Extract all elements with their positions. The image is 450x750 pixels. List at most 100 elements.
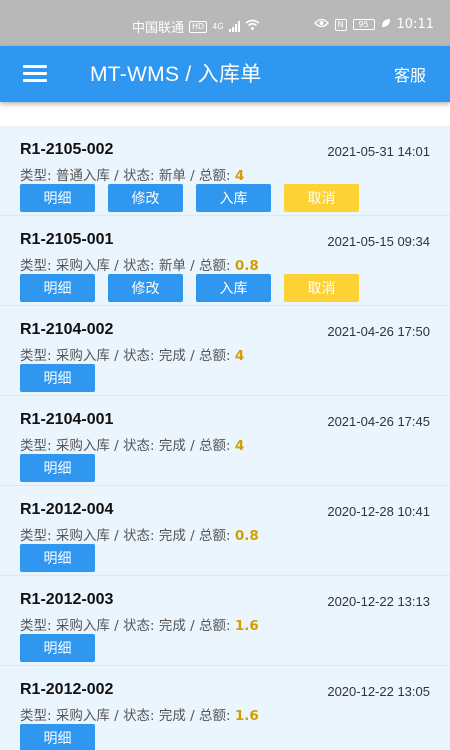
- type-label: 类型:: [20, 348, 56, 364]
- hd-badge: HD: [189, 20, 208, 33]
- amount-label: / 总额:: [185, 528, 235, 544]
- order-card[interactable]: R1-2012-002 2020-12-22 13:05 类型: 采购入库 / 状态…: [0, 666, 450, 750]
- status-label: / 状态:: [109, 438, 159, 454]
- action-row: 明细: [20, 724, 95, 750]
- order-status: 完成: [158, 528, 186, 544]
- order-number: R1-2012-004: [20, 501, 114, 518]
- order-date: 2021-05-31 14:01: [327, 144, 430, 159]
- wifi-icon: [245, 19, 260, 34]
- status-label: / 状态:: [109, 348, 159, 364]
- amount-label: / 总额:: [185, 618, 235, 634]
- amount-label: / 总额:: [185, 708, 235, 724]
- order-list[interactable]: R1-2105-002 2021-05-31 14:01 类型: 普通入库 / 状态…: [0, 126, 450, 750]
- order-info: 类型: 采购入库 / 状态: 完成 / 总额: 4: [20, 434, 244, 454]
- order-date: 2020-12-22 13:05: [327, 684, 430, 699]
- order-amount: 0.8: [234, 528, 259, 544]
- eye-icon: [313, 17, 329, 32]
- action-row: 明细: [20, 454, 95, 482]
- action-row: 明细: [20, 634, 95, 662]
- carrier-label: 中国联通: [132, 21, 185, 36]
- order-number: R1-2104-002: [20, 321, 114, 338]
- order-card[interactable]: R1-2104-002 2021-04-26 17:50 类型: 采购入库 / 状态…: [0, 306, 450, 396]
- order-status: 完成: [158, 708, 186, 724]
- order-type: 采购入库: [55, 348, 110, 364]
- type-label: 类型:: [20, 168, 56, 184]
- amount-label: / 总额:: [185, 168, 235, 184]
- order-date: 2020-12-22 13:13: [327, 594, 430, 609]
- order-card[interactable]: R1-2104-001 2021-04-26 17:45 类型: 采购入库 / 状态…: [0, 396, 450, 486]
- order-type: 采购入库: [55, 258, 110, 274]
- detail-button[interactable]: 明细: [20, 544, 95, 572]
- order-amount: 0.8: [234, 258, 259, 274]
- order-info: 类型: 采购入库 / 状态: 完成 / 总额: 1.6: [20, 614, 259, 634]
- order-info: 类型: 普通入库 / 状态: 新单 / 总额: 4: [20, 164, 244, 184]
- detail-button[interactable]: 明细: [20, 364, 95, 392]
- amount-label: / 总额:: [185, 348, 235, 364]
- order-number: R1-2012-002: [20, 681, 114, 698]
- cancel-button[interactable]: 取消: [284, 274, 359, 302]
- cancel-button[interactable]: 取消: [284, 184, 359, 212]
- edit-button[interactable]: 修改: [108, 184, 183, 212]
- stock-in-button[interactable]: 入库: [196, 184, 271, 212]
- order-info: 类型: 采购入库 / 状态: 新单 / 总额: 0.8: [20, 254, 259, 274]
- order-type: 采购入库: [55, 708, 110, 724]
- app-bar: MT-WMS / 入库单 客服: [0, 46, 450, 102]
- order-number: R1-2105-001: [20, 231, 114, 248]
- stock-in-button[interactable]: 入库: [196, 274, 271, 302]
- detail-button[interactable]: 明细: [20, 634, 95, 662]
- order-number: R1-2012-003: [20, 591, 114, 608]
- order-amount: 4: [234, 348, 245, 364]
- edit-button[interactable]: 修改: [108, 274, 183, 302]
- detail-button[interactable]: 明细: [20, 454, 95, 482]
- type-label: 类型:: [20, 618, 56, 634]
- order-amount: 1.6: [234, 708, 259, 724]
- hamburger-menu-icon[interactable]: [23, 65, 47, 83]
- order-info: 类型: 采购入库 / 状态: 完成 / 总额: 1.6: [20, 704, 259, 724]
- status-left: 中国联通 HD 4G: [132, 17, 260, 36]
- signal-icon: [228, 21, 240, 32]
- action-row: 明细 修改 入库 取消: [20, 184, 359, 212]
- order-info: 类型: 采购入库 / 状态: 完成 / 总额: 0.8: [20, 524, 259, 544]
- order-type: 采购入库: [55, 528, 110, 544]
- order-amount: 4: [234, 168, 245, 184]
- order-card[interactable]: R1-2012-004 2020-12-28 10:41 类型: 采购入库 / 状态…: [0, 486, 450, 576]
- order-status: 完成: [158, 618, 186, 634]
- order-amount: 1.6: [234, 618, 259, 634]
- order-type: 普通入库: [55, 168, 110, 184]
- detail-button[interactable]: 明细: [20, 274, 95, 302]
- type-label: 类型:: [20, 528, 56, 544]
- status-label: / 状态:: [109, 258, 159, 274]
- customer-service-button[interactable]: 客服: [394, 62, 426, 86]
- nfc-icon: N: [334, 18, 347, 31]
- order-card[interactable]: R1-2105-001 2021-05-15 09:34 类型: 采购入库 / 状态…: [0, 216, 450, 306]
- order-status: 新单: [158, 168, 186, 184]
- amount-label: / 总额:: [185, 438, 235, 454]
- order-date: 2021-05-15 09:34: [327, 234, 430, 249]
- battery-icon: 95: [352, 19, 375, 30]
- detail-button[interactable]: 明细: [20, 724, 95, 750]
- order-card[interactable]: R1-2105-002 2021-05-31 14:01 类型: 普通入库 / 状态…: [0, 126, 450, 216]
- order-number: R1-2104-001: [20, 411, 114, 428]
- order-status: 完成: [158, 348, 186, 364]
- status-label: / 状态:: [109, 168, 159, 184]
- clock-label: 10:11: [396, 17, 434, 32]
- order-card[interactable]: R1-2012-003 2020-12-22 13:13 类型: 采购入库 / 状态…: [0, 576, 450, 666]
- type-label: 类型:: [20, 438, 56, 454]
- order-amount: 4: [234, 438, 245, 454]
- detail-button[interactable]: 明细: [20, 184, 95, 212]
- action-row: 明细 修改 入库 取消: [20, 274, 359, 302]
- status-label: / 状态:: [109, 618, 159, 634]
- status-right: N 95 10:11: [313, 17, 434, 32]
- order-status: 完成: [158, 438, 186, 454]
- order-date: 2021-04-26 17:50: [327, 324, 430, 339]
- leaf-icon: [381, 17, 391, 32]
- order-type: 采购入库: [55, 618, 110, 634]
- action-row: 明细: [20, 544, 95, 572]
- status-bar: 中国联通 HD 4G N 95 10:11: [0, 0, 450, 46]
- order-status: 新单: [158, 258, 186, 274]
- page-title: MT-WMS / 入库单: [90, 63, 262, 86]
- status-label: / 状态:: [109, 708, 159, 724]
- status-label: / 状态:: [109, 528, 159, 544]
- order-date: 2021-04-26 17:45: [327, 414, 430, 429]
- order-info: 类型: 采购入库 / 状态: 完成 / 总额: 4: [20, 344, 244, 364]
